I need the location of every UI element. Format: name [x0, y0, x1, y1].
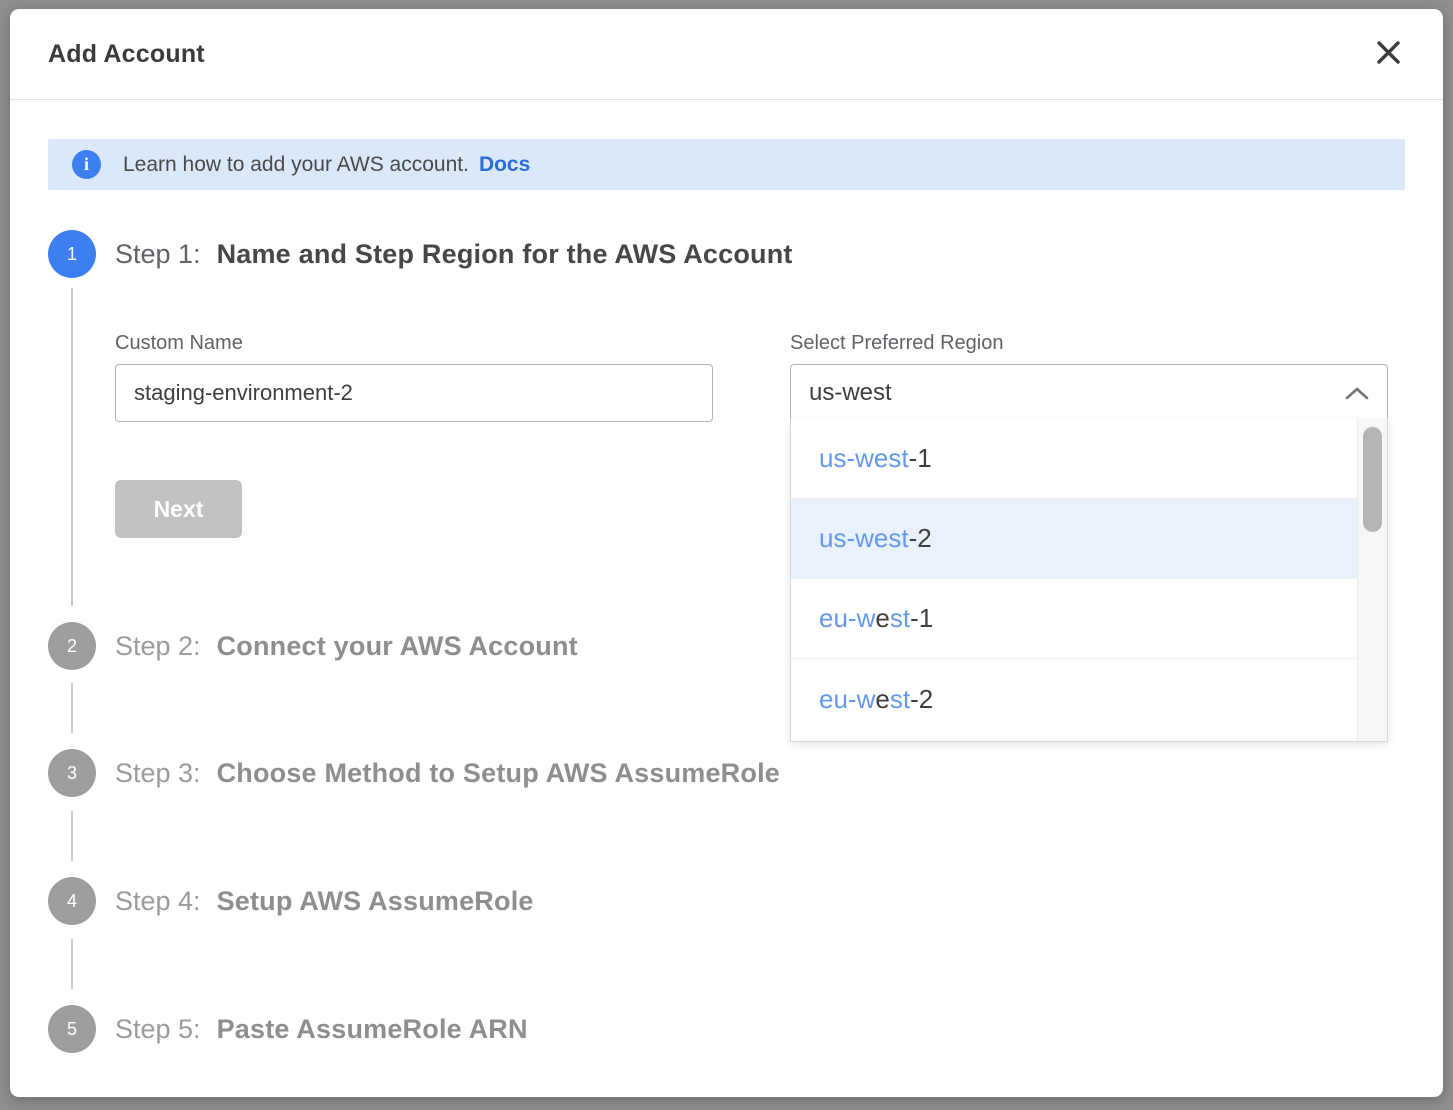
step-connector-2 [71, 683, 73, 733]
step-3-title: Choose Method to Setup AWS AssumeRole [217, 758, 780, 789]
custom-name-label: Custom Name [115, 332, 713, 355]
region-select[interactable]: us-west [790, 364, 1388, 422]
step-1-heading: Step 1: Name and Step Region for the AWS… [115, 230, 793, 278]
steps-list: 1 Step 1: Name and Step Region for the A… [10, 230, 1443, 1053]
next-button[interactable]: Next [115, 480, 242, 538]
region-option-list: us-west-1 us-west-2 eu-west-1 eu-west-2 [791, 419, 1357, 741]
step-2-badge: 2 [48, 622, 96, 670]
step-3-badge: 3 [48, 749, 96, 797]
step-connector-3 [71, 811, 73, 861]
region-option-us-west-1[interactable]: us-west-1 [791, 419, 1357, 499]
step-connector-4 [71, 939, 73, 989]
close-icon [1375, 39, 1402, 69]
step-5-heading: Step 5: Paste AssumeRole ARN [115, 1005, 528, 1053]
option-match-text: eu-w [819, 684, 875, 714]
step-connector-1 [71, 288, 73, 606]
option-match-text: eu-w [819, 603, 875, 633]
step-2-prefix: Step 2: [115, 631, 201, 662]
step-4-title: Setup AWS AssumeRole [217, 886, 534, 917]
custom-name-group: Custom Name [115, 332, 713, 422]
option-rest-text: e [875, 603, 889, 633]
step-4-badge: 4 [48, 877, 96, 925]
region-dropdown-panel: us-west-1 us-west-2 eu-west-1 eu-west-2 [790, 419, 1388, 742]
close-button[interactable] [1371, 37, 1405, 71]
dropdown-scrollbar[interactable] [1357, 419, 1387, 741]
info-icon: i [72, 150, 101, 179]
option-rest-text: -1 [909, 443, 932, 473]
step-1-badge: 1 [48, 230, 96, 278]
option-rest-text: -1 [910, 603, 933, 633]
banner-text: Learn how to add your AWS account. [123, 153, 469, 177]
step-3-heading: Step 3: Choose Method to Setup AWS Assum… [115, 749, 780, 797]
region-select-value: us-west [809, 379, 892, 407]
step-5-prefix: Step 5: [115, 1014, 201, 1045]
option-rest-text: e [875, 684, 889, 714]
step-5-badge: 5 [48, 1005, 96, 1053]
region-option-us-west-2[interactable]: us-west-2 [791, 499, 1357, 579]
step-1-prefix: Step 1: [115, 239, 201, 270]
info-banner: i Learn how to add your AWS account. Doc… [48, 139, 1405, 190]
region-group: Select Preferred Region us-west [790, 332, 1388, 422]
step-3-prefix: Step 3: [115, 758, 201, 789]
option-rest-text: -2 [910, 684, 933, 714]
region-option-eu-west-1[interactable]: eu-west-1 [791, 579, 1357, 659]
chevron-up-icon [1345, 386, 1369, 400]
step-1-title: Name and Step Region for the AWS Account [217, 239, 793, 270]
option-match-text: us-west [819, 523, 909, 553]
step-4-heading: Step 4: Setup AWS AssumeRole [115, 877, 534, 925]
step-4-prefix: Step 4: [115, 886, 201, 917]
custom-name-input[interactable] [115, 364, 713, 422]
modal-header: Add Account [10, 9, 1443, 100]
modal-title: Add Account [48, 40, 205, 69]
region-label: Select Preferred Region [790, 332, 1388, 355]
step-2-title: Connect your AWS Account [217, 631, 578, 662]
region-option-eu-west-2[interactable]: eu-west-2 [791, 659, 1357, 739]
option-match-text: st [890, 603, 910, 633]
step-5-title: Paste AssumeRole ARN [217, 1014, 528, 1045]
dropdown-scrollbar-thumb[interactable] [1363, 427, 1382, 532]
option-rest-text: -2 [909, 523, 932, 553]
docs-link[interactable]: Docs [479, 153, 530, 177]
option-match-text: us-west [819, 443, 909, 473]
step-2-heading: Step 2: Connect your AWS Account [115, 622, 578, 670]
option-match-text: st [890, 684, 910, 714]
add-account-modal: Add Account i Learn how to add your AWS … [10, 9, 1443, 1097]
